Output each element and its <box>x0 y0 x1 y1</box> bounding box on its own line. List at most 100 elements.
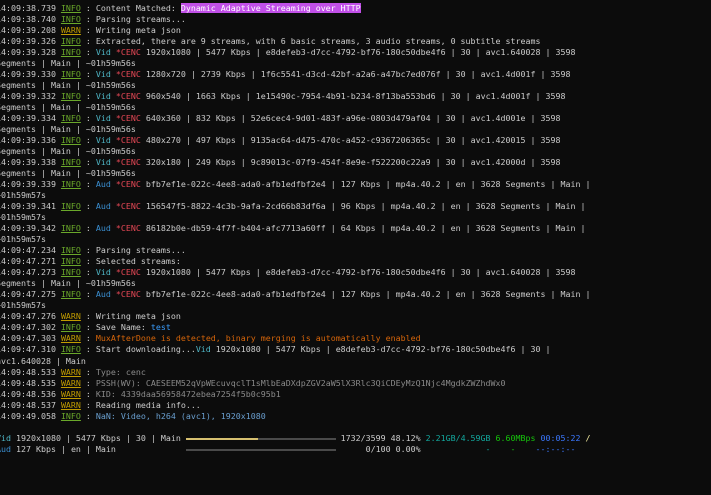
log-level-info: INFO <box>60 344 81 355</box>
elapsed-time: 00:05:22 <box>535 433 581 443</box>
log-text: : <box>80 333 96 344</box>
stream-type-video: Vid <box>95 135 111 146</box>
log-text: 14:09:48.537 <box>0 399 61 410</box>
stream-info: 1920x1080 | 5477 Kbps | 30 | Main <box>11 433 186 443</box>
log-text: : <box>80 157 96 168</box>
log-level-info: INFO <box>60 289 81 300</box>
stream-type-video: Vid <box>95 113 111 124</box>
stream-type: Aud <box>0 444 11 455</box>
log-line: avc1.640028 | Main <box>0 356 590 367</box>
encryption-tag: *CENC <box>110 91 141 102</box>
log-text: 14:09:39.326 <box>0 36 61 47</box>
log-text: 14:09:39.341 <box>0 201 61 212</box>
log-text: : <box>80 201 96 212</box>
log-text: 1920x1080 | 5477 Kbps | e8defeb3-d7cc-47… <box>140 47 576 58</box>
log-text: : <box>80 91 96 102</box>
log-text: : <box>80 289 96 300</box>
log-line: 14:09:48.535 WARN : PSSH(WV): CAESEEM52q… <box>0 378 590 389</box>
encryption-tag: *CENC <box>110 223 141 234</box>
log-line: Segments | Main | ~01h59m56s <box>0 278 590 289</box>
segment-count: 1732/3599 <box>335 433 386 443</box>
log-text: 14:09:47.275 <box>0 289 61 300</box>
log-line: 14:09:39.330 INFO : Vid *CENC 1280x720 |… <box>0 69 590 80</box>
log-line: 14:09:39.342 INFO : Aud *CENC 86182b0e-d… <box>0 223 590 234</box>
log-text: Segments | Main | ~01h59m56s <box>0 80 136 91</box>
stream-info: 127 Kbps | en | Main <box>11 444 186 455</box>
log-level-warn: WARN <box>60 311 81 322</box>
log-text: 14:09:39.328 <box>0 47 61 58</box>
log-text: 480x270 | 497 Kbps | 9135ac64-d475-470c-… <box>140 135 561 146</box>
stream-type-video: Vid <box>95 91 111 102</box>
log-text: : Start downloading... <box>80 344 196 355</box>
log-text: : Writing meta json <box>80 25 181 36</box>
log-text: 14:09:48.535 <box>0 377 61 388</box>
progress-fill <box>185 438 258 440</box>
log-text: 320x180 | 249 Kbps | 9c89013c-07f9-454f-… <box>140 157 561 168</box>
log-text: : <box>80 366 96 377</box>
stream-type-video: Vid <box>95 157 111 168</box>
log-text: ~01h59m57s <box>0 234 46 245</box>
log-text: bfb7ef1e-022c-4ee8-ada0-afb1edfbf2e4 | 1… <box>140 289 591 300</box>
stream-type-video: Vid <box>95 69 111 80</box>
log-text: Segments | Main | ~01h59m56s <box>0 146 136 157</box>
log-level-warn: WARN <box>60 366 81 377</box>
log-text: : <box>80 135 96 146</box>
log-text: 14:09:47.271 <box>0 256 61 267</box>
log-line: 14:09:39.336 INFO : Vid *CENC 480x270 | … <box>0 135 590 146</box>
log-text: 14:09:39.330 <box>0 69 61 80</box>
log-level-info: INFO <box>60 267 81 278</box>
log-text: 14:09:47.273 <box>0 267 61 278</box>
downloaded-size: 2.21GB/4.59GB <box>420 433 491 443</box>
log-line: Segments | Main | ~01h59m56s <box>0 80 590 91</box>
log-text: 14:09:47.234 <box>0 245 61 256</box>
log-text: 14:09:39.334 <box>0 113 61 124</box>
log-line: ~01h59m57s <box>0 234 590 245</box>
progress-bar <box>185 433 336 444</box>
log-line: ~01h59m57s <box>0 190 590 201</box>
log-text: 14:09:39.208 <box>0 25 61 36</box>
segment-count: 0/100 <box>335 444 391 455</box>
stream-type: Vid <box>0 433 11 443</box>
log-level-info: INFO <box>60 113 81 124</box>
progress-percent: 0.00% <box>390 444 421 455</box>
log-level-info: INFO <box>60 201 81 212</box>
log-text: : <box>80 179 96 190</box>
log-line: 14:09:38.740 INFO : Parsing streams... <box>0 14 590 25</box>
log-level-info: INFO <box>60 223 81 234</box>
log-level-info: INFO <box>60 256 81 267</box>
log-level-info: INFO <box>60 3 81 13</box>
log-text: Segments | Main | ~01h59m56s <box>0 278 136 289</box>
log-text: : Writing meta json <box>80 311 181 322</box>
stream-type-audio: Aud <box>95 223 111 234</box>
progress-bar <box>185 444 336 455</box>
log-line: 14:09:39.332 INFO : Vid *CENC 960x540 | … <box>0 91 590 102</box>
log-text: 1280x720 | 2739 Kbps | 1f6c5541-d3cd-42b… <box>140 69 571 80</box>
log-line: 14:09:39.338 INFO : Vid *CENC 320x180 | … <box>0 157 590 168</box>
log-line: 14:09:39.339 INFO : Aud *CENC bfb7ef1e-0… <box>0 179 590 190</box>
log-line: 14:09:48.537 WARN : Reading media info..… <box>0 400 590 411</box>
log-text: 14:09:39.336 <box>0 135 61 146</box>
log-text: : Selected streams: <box>80 256 181 267</box>
log-line: 14:09:47.273 INFO : Vid *CENC 1920x1080 … <box>0 267 590 278</box>
log-text: 14:09:39.332 <box>0 91 61 102</box>
log-line: 14:09:39.334 INFO : Vid *CENC 640x360 | … <box>0 113 590 124</box>
log-level-info: INFO <box>60 36 81 47</box>
log-level-warn: WARN <box>60 399 81 410</box>
log-level-warn: WARN <box>60 333 81 344</box>
log-line: 14:09:48.533 WARN : Type: cenc <box>0 367 590 378</box>
log-line: Segments | Main | ~01h59m56s <box>0 58 590 69</box>
log-level-info: INFO <box>60 245 81 256</box>
terminal-output: 14:09:38.739 INFO : Content Matched: Dyn… <box>0 3 590 422</box>
log-level-info: INFO <box>60 179 81 190</box>
log-level-warn: WARN <box>60 377 81 388</box>
log-line: Segments | Main | ~01h59m56s <box>0 102 590 113</box>
spinner: / <box>580 433 591 443</box>
log-text: ~01h59m57s <box>0 300 46 311</box>
drm-info: KID: 4339daa56958472ebea7254f5b0c95b1 <box>95 388 281 399</box>
log-line: 14:09:39.341 INFO : Aud *CENC 156547f5-8… <box>0 201 590 212</box>
log-text: : Extracted, there are 9 streams, with 6… <box>80 36 541 47</box>
stream-type-audio: Aud <box>95 201 111 212</box>
log-text: ~01h59m57s <box>0 212 46 223</box>
log-level-warn: WARN <box>60 388 81 399</box>
encryption-tag: *CENC <box>110 179 141 190</box>
